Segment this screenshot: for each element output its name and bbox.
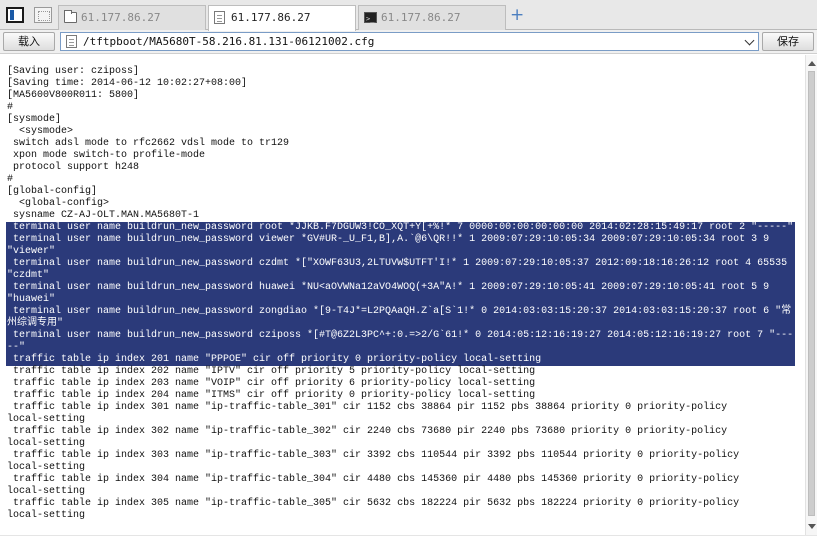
new-tab-plus-icon[interactable]: + bbox=[510, 6, 524, 24]
save-button[interactable]: 保存 bbox=[762, 32, 814, 51]
file-line: traffic table ip index 201 name "PPPOE" … bbox=[7, 354, 542, 365]
chevron-down-icon[interactable] bbox=[744, 35, 755, 46]
tab-label: 61.177.86.27 bbox=[381, 11, 461, 24]
file-line: terminal user name buildrun_new_password… bbox=[7, 258, 788, 269]
tab-folder[interactable]: 61.177.86.27 bbox=[58, 5, 206, 30]
path-input[interactable] bbox=[83, 34, 733, 49]
file-line: traffic table ip index 302 name "ip-traf… bbox=[7, 426, 728, 437]
file-toolbar: 载入 保存 bbox=[0, 30, 817, 54]
scroll-down-arrow-icon[interactable] bbox=[808, 524, 816, 529]
load-button[interactable]: 载入 bbox=[3, 32, 55, 51]
tab-label: 61.177.86.27 bbox=[81, 11, 161, 24]
file-line: 州综调专用" bbox=[7, 318, 64, 329]
file-line: switch adsl mode to rfc2662 vdsl mode to… bbox=[7, 138, 290, 149]
selection-highlight bbox=[6, 294, 795, 306]
file-line: <global-config> bbox=[7, 198, 110, 209]
file-line: terminal user name buildrun_new_password… bbox=[7, 222, 794, 233]
status-bar bbox=[0, 535, 817, 554]
file-line: [Saving user: cziposs] bbox=[7, 66, 140, 77]
file-line: "huawei" bbox=[7, 294, 56, 305]
file-line: xpon mode switch-to profile-mode bbox=[7, 150, 206, 161]
file-line: local-setting bbox=[7, 510, 86, 521]
blank-page-icon[interactable] bbox=[34, 7, 52, 23]
tab-bar: 61.177.86.27 61.177.86.27 61.177.86.27 + bbox=[0, 0, 817, 31]
file-line: protocol support h248 bbox=[7, 162, 140, 173]
scroll-up-arrow-icon[interactable] bbox=[808, 61, 816, 66]
selection-highlight bbox=[6, 342, 795, 354]
tab-label: 61.177.86.27 bbox=[231, 11, 311, 24]
scroll-thumb[interactable] bbox=[808, 71, 815, 516]
file-line: terminal user name buildrun_new_password… bbox=[7, 234, 770, 245]
file-line: traffic table ip index 304 name "ip-traf… bbox=[7, 474, 740, 485]
file-line: local-setting bbox=[7, 414, 86, 425]
file-line: traffic table ip index 203 name "VOIP" c… bbox=[7, 378, 536, 389]
tab-document[interactable]: 61.177.86.27 bbox=[208, 5, 356, 31]
file-line: local-setting bbox=[7, 486, 86, 497]
file-line: local-setting bbox=[7, 462, 86, 473]
file-line: local-setting bbox=[7, 438, 86, 449]
sidebar-toggle-icon[interactable] bbox=[6, 7, 24, 23]
file-line: "czdmt" bbox=[7, 270, 50, 281]
terminal-icon bbox=[364, 7, 377, 30]
tab-terminal[interactable]: 61.177.86.27 bbox=[358, 5, 506, 30]
selection-highlight bbox=[6, 246, 795, 258]
folder-icon bbox=[64, 10, 77, 23]
file-line: <sysmode> bbox=[7, 126, 74, 137]
file-line: traffic table ip index 301 name "ip-traf… bbox=[7, 402, 728, 413]
file-line: traffic table ip index 204 name "ITMS" c… bbox=[7, 390, 536, 401]
file-line: traffic table ip index 303 name "ip-traf… bbox=[7, 450, 740, 461]
document-icon bbox=[214, 11, 225, 24]
file-line: [global-config] bbox=[7, 186, 98, 197]
file-line: terminal user name buildrun_new_password… bbox=[7, 306, 792, 317]
file-line: # bbox=[7, 174, 14, 185]
file-content[interactable]: [Saving user: cziposs] [Saving time: 2014… bbox=[0, 55, 805, 535]
file-line: --" bbox=[7, 342, 26, 353]
file-line: terminal user name buildrun_new_password… bbox=[7, 282, 770, 293]
file-line: traffic table ip index 202 name "IPTV" c… bbox=[7, 366, 536, 377]
file-line: # bbox=[7, 102, 14, 113]
file-line: terminal user name buildrun_new_password… bbox=[7, 330, 794, 341]
selection-highlight bbox=[6, 270, 795, 282]
file-line: "viewer" bbox=[7, 246, 56, 257]
vertical-scrollbar[interactable] bbox=[805, 55, 817, 535]
selection-highlight bbox=[6, 318, 795, 330]
file-line: [Saving time: 2014-06-12 10:02:27+08:00] bbox=[7, 78, 248, 89]
file-line: [sysmode] bbox=[7, 114, 62, 125]
document-icon bbox=[66, 35, 77, 48]
file-line: sysname CZ-AJ-OLT.MAN.MA5680T-1 bbox=[7, 210, 200, 221]
path-field[interactable] bbox=[60, 32, 759, 51]
file-line: [MA5600V800R011: 5800] bbox=[7, 90, 140, 101]
file-line: traffic table ip index 305 name "ip-traf… bbox=[7, 498, 740, 509]
